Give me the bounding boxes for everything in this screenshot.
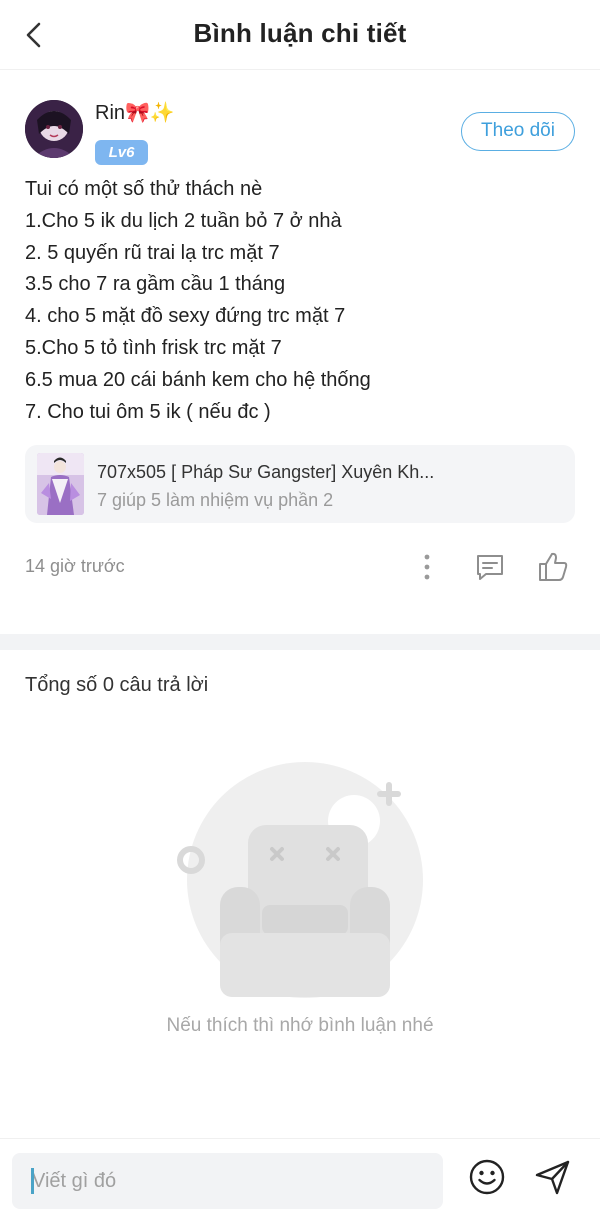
emoji-button[interactable] — [467, 1157, 507, 1197]
more-icon — [424, 554, 430, 580]
comment-input-bar — [0, 1138, 600, 1221]
like-icon — [539, 552, 568, 581]
page-title: Bình luận chi tiết — [193, 18, 407, 48]
novel-title: 707x505 [ Pháp Sư Gangster] Xuyên Kh... — [97, 462, 435, 482]
empty-state-illustration — [170, 755, 440, 1005]
send-icon — [535, 1160, 570, 1195]
reply-count: Tổng số 0 câu trả lời — [25, 674, 209, 696]
comment-line: Tui có một số thử thách nè — [25, 178, 263, 200]
reply-button[interactable] — [472, 549, 508, 585]
novel-cover-image — [37, 453, 84, 515]
text-caret — [31, 1168, 34, 1194]
section-divider — [0, 634, 600, 650]
like-button[interactable] — [535, 549, 571, 585]
comment-line: 1.Cho 5 ik du lịch 2 tuần bỏ 7 ở nhà — [25, 209, 342, 232]
comment-text: Tui có một số thử thách nè 1.Cho 5 ik du… — [25, 174, 575, 428]
comment-line: 4. cho 5 mặt đồ sexy đứng trc mặt 7 — [25, 305, 346, 328]
more-button[interactable] — [409, 549, 445, 585]
empty-state-text: Nếu thích thì nhớ bình luận nhé — [166, 1015, 434, 1036]
level-badge: Lv6 — [95, 140, 148, 165]
emoji-icon — [469, 1159, 505, 1195]
header-bar: Bình luận chi tiết — [0, 0, 600, 70]
comment-line: 6.5 mua 20 cái bánh kem cho hệ thống — [25, 368, 371, 391]
comment-input[interactable] — [12, 1153, 443, 1209]
comment-line: 7. Cho tui ôm 5 ik ( nếu đc ) — [25, 400, 271, 423]
comment-line: 3.5 cho 7 ra gầm cầu 1 tháng — [25, 273, 286, 296]
novel-chapter: 7 giúp 5 làm nhiệm vụ phần 2 — [97, 490, 334, 510]
comment-time: 14 giờ trước — [25, 556, 125, 576]
comment-line: 2. 5 quyến rũ trai lạ trc mặt 7 — [25, 241, 280, 264]
novel-link-card[interactable]: 707x505 [ Pháp Sư Gangster] Xuyên Kh... … — [25, 445, 575, 523]
send-button[interactable] — [533, 1157, 573, 1197]
username[interactable]: Rin🎀✨ — [95, 100, 175, 125]
comment-line: 5.Cho 5 tỏ tình frisk trc mặt 7 — [25, 336, 282, 359]
reply-icon — [477, 555, 503, 580]
avatar[interactable] — [25, 100, 83, 158]
follow-button[interactable]: Theo dõi — [461, 112, 575, 151]
